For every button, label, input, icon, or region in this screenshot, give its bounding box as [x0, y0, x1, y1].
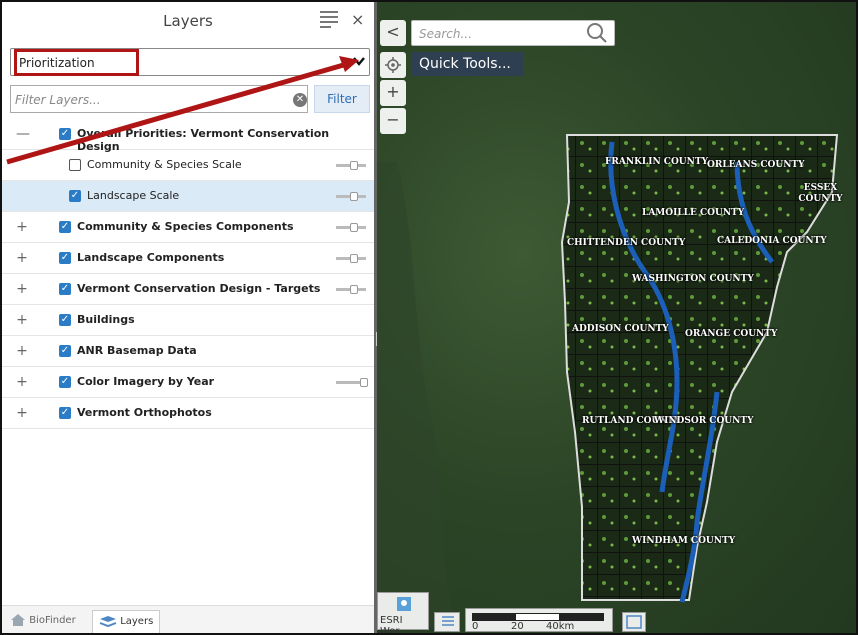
layer-checkbox[interactable]: ✓: [69, 190, 81, 202]
map-imagery: [377, 134, 839, 627]
map-view[interactable]: FRANKLIN COUNTY ORLEANS COUNTY ESSEX COUNT…: [377, 2, 856, 633]
scale-label-20: 20: [511, 621, 524, 632]
map-search-input[interactable]: Search...: [411, 20, 615, 46]
layer-label: Community & Species Scale: [87, 158, 242, 171]
expand-icon[interactable]: +: [16, 219, 28, 235]
expand-icon[interactable]: +: [16, 374, 28, 390]
county-label: ESSEX COUNTY: [798, 183, 843, 204]
zoom-in-button[interactable]: +: [380, 80, 406, 106]
layer-checkbox[interactable]: ✓: [59, 407, 71, 419]
county-label: CALEDONIA COUNTY: [717, 236, 827, 246]
filter-layers-input[interactable]: Filter Layers... ✕: [10, 85, 308, 113]
layer-checkbox[interactable]: ✓: [59, 221, 71, 233]
list-menu-icon[interactable]: [320, 11, 338, 29]
collapse-icon[interactable]: —: [16, 126, 30, 142]
close-icon[interactable]: ×: [351, 10, 364, 29]
coordinate-tool-button[interactable]: [434, 612, 460, 632]
opacity-slider[interactable]: [336, 254, 366, 264]
scale-bar: 0 20 40km: [465, 608, 613, 632]
layer-row[interactable]: — ✓ Overall Priorities: Vermont Conservati…: [2, 119, 374, 153]
basemap-icon: [397, 597, 411, 611]
layer-row[interactable]: + ✓ ANR Basemap Data: [2, 336, 374, 367]
scale-label-40: 40km: [546, 621, 575, 632]
search-icon[interactable]: [586, 22, 608, 44]
county-label: LAMOILLE COUNTY: [642, 208, 745, 218]
layer-label: Buildings: [77, 313, 135, 326]
tab-layers[interactable]: Layers: [92, 610, 161, 633]
basemap-gallery-button[interactable]: ESRI Wor...: [377, 592, 429, 633]
layer-label: Landscape Components: [77, 251, 225, 264]
quick-tools-button[interactable]: Quick Tools...: [411, 52, 523, 76]
county-label: WASHINGTON COUNTY: [632, 274, 754, 284]
layers-panel: Layers × Prioritization Filter Layers...…: [2, 2, 374, 633]
panel-title: Layers: [163, 12, 213, 30]
layer-label: Color Imagery by Year: [77, 375, 215, 388]
layer-checkbox[interactable]: ✓: [59, 376, 71, 388]
opacity-slider[interactable]: [336, 161, 366, 171]
panel-header: Layers ×: [2, 2, 374, 42]
layer-row[interactable]: + ✓ Landscape Components: [2, 243, 374, 274]
app-frame: Layers × Prioritization Filter Layers...…: [0, 0, 858, 635]
chevron-down-icon: [353, 55, 365, 69]
county-label: FRANKLIN COUNTY: [605, 157, 708, 167]
filter-row: Filter Layers... ✕ Filter: [10, 85, 370, 113]
county-label: ORANGE COUNTY: [685, 329, 778, 339]
county-label: WINDHAM COUNTY: [632, 536, 736, 546]
coordinates-icon: [442, 616, 454, 626]
county-label: CHITTENDEN COUNTY: [567, 238, 686, 248]
layer-label: Landscape Scale: [87, 189, 180, 202]
layer-checkbox[interactable]: ✓: [59, 345, 71, 357]
home-icon: [11, 614, 25, 626]
opacity-slider[interactable]: [336, 223, 366, 233]
map-search-placeholder: Search...: [419, 27, 472, 41]
opacity-slider[interactable]: [336, 285, 366, 295]
layer-checkbox[interactable]: ✓: [59, 128, 71, 140]
scale-label-0: 0: [472, 621, 479, 632]
layer-row[interactable]: ✓ Landscape Scale: [2, 181, 374, 212]
expand-icon[interactable]: +: [16, 250, 28, 266]
layers-icon: [99, 616, 117, 628]
county-label: ORLEANS COUNTY: [707, 160, 805, 170]
locate-icon: [385, 57, 401, 73]
legend-button[interactable]: [622, 612, 646, 632]
layer-label: ANR Basemap Data: [77, 344, 197, 357]
tab-biofinder[interactable]: BioFinder: [10, 610, 76, 632]
zoom-out-button[interactable]: −: [380, 108, 406, 134]
layer-checkbox[interactable]: ✓: [59, 283, 71, 295]
layer-row[interactable]: + ✓ Color Imagery by Year: [2, 367, 374, 398]
legend-icon: [626, 615, 642, 629]
layer-label: Community & Species Components: [77, 220, 294, 233]
tab-layers-label: Layers: [120, 616, 154, 627]
county-label: ADDISON COUNTY: [572, 324, 669, 334]
tab-biofinder-label: BioFinder: [29, 615, 76, 626]
layer-label: Vermont Conservation Design - Targets: [77, 282, 321, 295]
highlight-annotation-box: [14, 49, 139, 76]
layer-row[interactable]: + ✓ Community & Species Components: [2, 212, 374, 243]
layer-label: Vermont Orthophotos: [77, 406, 212, 419]
locate-button[interactable]: [380, 52, 406, 78]
filter-button[interactable]: Filter: [314, 85, 370, 113]
panel-footer-tabs: BioFinder Layers: [2, 605, 374, 633]
layer-checkbox[interactable]: ✓: [59, 314, 71, 326]
layer-row[interactable]: Community & Species Scale: [2, 150, 374, 181]
expand-icon[interactable]: +: [16, 343, 28, 359]
layer-checkbox[interactable]: ✓: [59, 252, 71, 264]
basemap-label: ESRI Wor...: [380, 615, 409, 635]
county-label: WINDSOR COUNTY: [654, 416, 754, 426]
collapse-panel-button[interactable]: <: [380, 20, 406, 46]
opacity-slider[interactable]: [336, 378, 368, 388]
layer-row[interactable]: + ✓ Vermont Orthophotos: [2, 398, 374, 429]
filter-layers-placeholder: Filter Layers...: [15, 93, 101, 107]
layer-row[interactable]: + ✓ Buildings: [2, 305, 374, 336]
expand-icon[interactable]: +: [16, 281, 28, 297]
layer-checkbox[interactable]: [69, 159, 81, 171]
layer-row[interactable]: + ✓ Vermont Conservation Design - Targets: [2, 274, 374, 305]
opacity-slider[interactable]: [336, 192, 366, 202]
expand-icon[interactable]: +: [16, 405, 28, 421]
clear-filter-icon[interactable]: ✕: [293, 93, 307, 107]
expand-icon[interactable]: +: [16, 312, 28, 328]
